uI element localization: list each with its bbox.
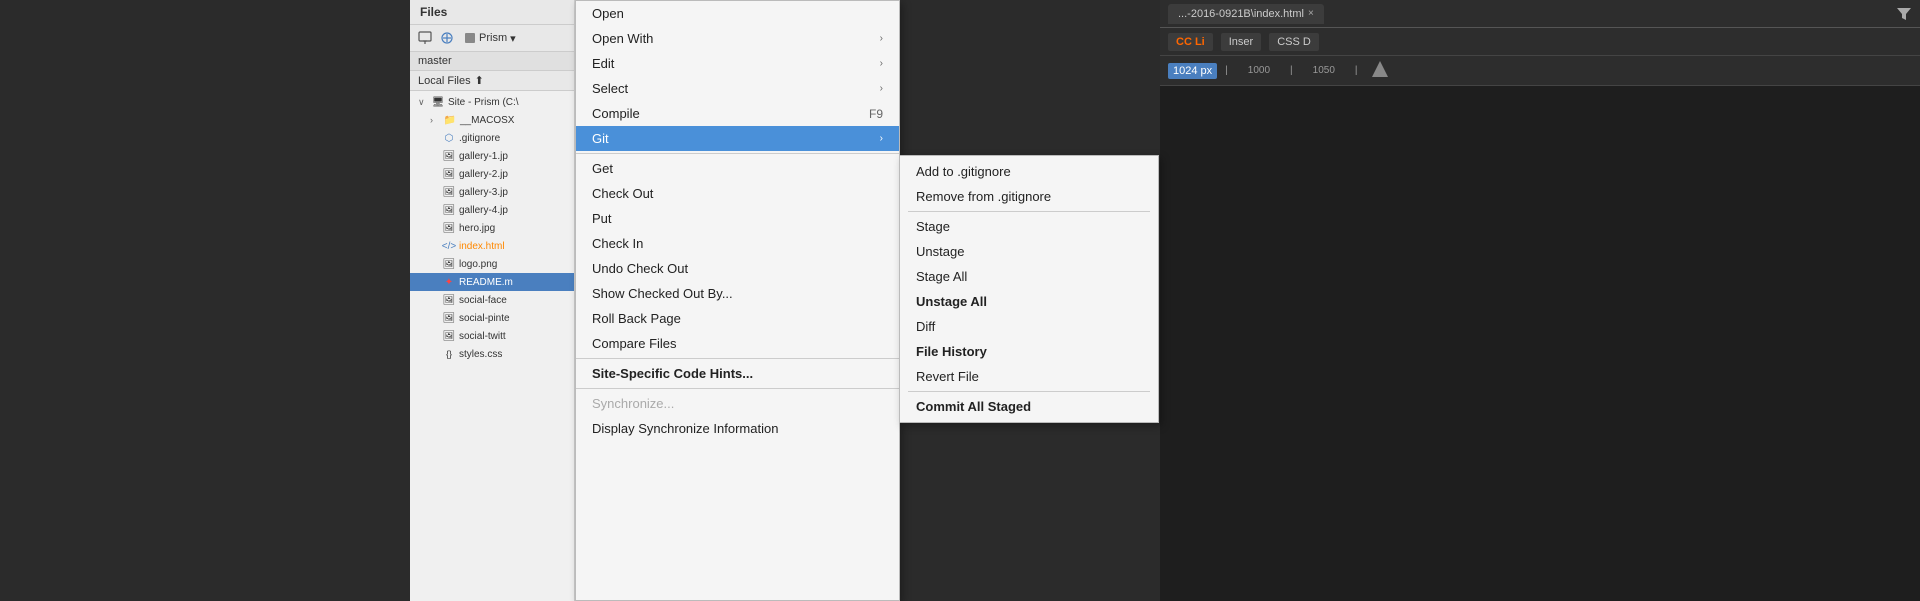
tree-item-gitignore[interactable]: ⬡ .gitignore bbox=[410, 129, 574, 147]
menu-item-git[interactable]: Git › bbox=[576, 126, 899, 151]
sub-menu-stage-all[interactable]: Stage All bbox=[900, 264, 1158, 289]
editor-tab-bar: ...-2016-0921B\index.html × bbox=[1160, 0, 1920, 28]
sub-menu-stage[interactable]: Stage bbox=[900, 214, 1158, 239]
compile-shortcut: F9 bbox=[869, 107, 883, 121]
branch-bar: master bbox=[410, 52, 574, 71]
image-icon2: 🖼 bbox=[442, 167, 456, 181]
insert-btn[interactable]: Inser bbox=[1221, 33, 1261, 51]
ruler-handle[interactable] bbox=[1370, 59, 1390, 82]
files-panel: Files Prism ▾ master Local File bbox=[410, 0, 575, 601]
image-icon5: 🖼 bbox=[442, 221, 456, 235]
tree-item-site[interactable]: ∨ 🖥 Site - Prism (C:\ bbox=[410, 93, 574, 111]
tree-item-hero[interactable]: 🖼 hero.jpg bbox=[410, 219, 574, 237]
image-icon: 🖼 bbox=[442, 149, 456, 163]
sub-menu-diff[interactable]: Diff bbox=[900, 314, 1158, 339]
menu-item-site-hints[interactable]: Site-Specific Code Hints... bbox=[576, 361, 899, 386]
files-panel-header: Files bbox=[410, 0, 574, 25]
local-files-bar: Local Files ⬆ bbox=[410, 71, 574, 91]
menu-item-display-sync[interactable]: Display Synchronize Information bbox=[576, 416, 899, 441]
prism-button[interactable]: Prism ▾ bbox=[460, 30, 520, 47]
editor-tab-filename: ...-2016-0921B\index.html bbox=[1178, 8, 1304, 20]
files-toolbar: Prism ▾ bbox=[410, 25, 574, 52]
submenu-arrow-select: › bbox=[880, 83, 883, 94]
separator-1 bbox=[576, 153, 899, 154]
tree-item-index[interactable]: </> index.html bbox=[410, 237, 574, 255]
sub-menu-unstage-all[interactable]: Unstage All bbox=[900, 289, 1158, 314]
separator-2 bbox=[576, 358, 899, 359]
submenu-arrow-edit: › bbox=[880, 58, 883, 69]
menu-item-select[interactable]: Select › bbox=[576, 76, 899, 101]
separator-3 bbox=[576, 388, 899, 389]
image-icon7: 🖼 bbox=[442, 293, 456, 307]
menu-item-put[interactable]: Put bbox=[576, 206, 899, 231]
tree-item-macosx[interactable]: › 📁 __MACOSX bbox=[410, 111, 574, 129]
image-icon6: 🖼 bbox=[442, 257, 456, 271]
html-icon: </> bbox=[442, 239, 456, 253]
menu-item-compile[interactable]: Compile F9 bbox=[576, 101, 899, 126]
editor-tab-index[interactable]: ...-2016-0921B\index.html × bbox=[1168, 4, 1324, 24]
git-submenu: Add to .gitignore Remove from .gitignore… bbox=[899, 155, 1159, 423]
tree-item-gallery3[interactable]: 🖼 gallery-3.jp bbox=[410, 183, 574, 201]
expand-icon: ∨ bbox=[418, 97, 428, 108]
submenu-arrow-git: › bbox=[880, 133, 883, 144]
sub-menu-unstage[interactable]: Unstage bbox=[900, 239, 1158, 264]
menu-item-show-checked[interactable]: Show Checked Out By... bbox=[576, 281, 899, 306]
expand-icon-macosx: › bbox=[430, 115, 440, 125]
menu-item-checkin[interactable]: Check In bbox=[576, 231, 899, 256]
menu-item-rollback[interactable]: Roll Back Page bbox=[576, 306, 899, 331]
menu-item-get[interactable]: Get bbox=[576, 156, 899, 181]
tree-item-logo[interactable]: 🖼 logo.png bbox=[410, 255, 574, 273]
menu-item-undo-checkout[interactable]: Undo Check Out bbox=[576, 256, 899, 281]
tree-item-gallery2[interactable]: 🖼 gallery-2.jp bbox=[410, 165, 574, 183]
menu-item-edit[interactable]: Edit › bbox=[576, 51, 899, 76]
git-sep-1 bbox=[908, 211, 1150, 212]
file-tree: ∨ 🖥 Site - Prism (C:\ › 📁 __MACOSX ⬡ .gi… bbox=[410, 91, 574, 365]
filter-icon[interactable] bbox=[1896, 6, 1912, 22]
sub-menu-revert-file[interactable]: Revert File bbox=[900, 364, 1158, 389]
editor-content bbox=[1160, 86, 1920, 601]
context-menu-main: Open Open With › Edit › Select › Compile… bbox=[575, 0, 900, 601]
cc-libraries-btn[interactable]: CC Li bbox=[1168, 33, 1213, 51]
css-icon: {} bbox=[442, 347, 456, 361]
menu-item-synchronize: Synchronize... bbox=[576, 391, 899, 416]
tree-item-social-face[interactable]: 🖼 social-face bbox=[410, 291, 574, 309]
tree-item-styles[interactable]: {} styles.css bbox=[410, 345, 574, 363]
computer-icon: 🖥 bbox=[431, 95, 445, 109]
readme-icon: ✦ bbox=[442, 275, 456, 289]
sub-menu-commit-staged[interactable]: Commit All Staged bbox=[900, 394, 1158, 419]
tree-item-gallery1[interactable]: 🖼 gallery-1.jp bbox=[410, 147, 574, 165]
tree-item-gallery4[interactable]: 🖼 gallery-4.jp bbox=[410, 201, 574, 219]
image-icon8: 🖼 bbox=[442, 311, 456, 325]
monitor-icon[interactable] bbox=[416, 29, 434, 47]
editor-tab-close-btn[interactable]: × bbox=[1308, 8, 1314, 19]
css-designer-btn[interactable]: CSS D bbox=[1269, 33, 1319, 51]
tree-item-readme[interactable]: ✦ README.m bbox=[410, 273, 574, 291]
cc-bar: CC Li Inser CSS D bbox=[1160, 28, 1920, 56]
editor-panel: ...-2016-0921B\index.html × CC Li Inser … bbox=[1160, 0, 1920, 601]
ruler-area: 1024 px | 1000 | 1050 | bbox=[1160, 56, 1920, 86]
menu-item-open[interactable]: Open bbox=[576, 1, 899, 26]
git-icon[interactable] bbox=[438, 29, 456, 47]
tree-item-social-pinte[interactable]: 🖼 social-pinte bbox=[410, 309, 574, 327]
tree-item-social-twitt[interactable]: 🖼 social-twitt bbox=[410, 327, 574, 345]
ruler-numbers: | 1000 | 1050 | bbox=[1225, 65, 1357, 76]
sub-menu-file-history[interactable]: File History bbox=[900, 339, 1158, 364]
sub-menu-add-gitignore[interactable]: Add to .gitignore bbox=[900, 159, 1158, 184]
menu-item-open-with[interactable]: Open With › bbox=[576, 26, 899, 51]
folder-icon: 📁 bbox=[443, 113, 457, 127]
git-file-icon: ⬡ bbox=[442, 131, 456, 145]
px-indicator: 1024 px bbox=[1168, 63, 1217, 79]
image-icon3: 🖼 bbox=[442, 185, 456, 199]
image-icon4: 🖼 bbox=[442, 203, 456, 217]
menu-item-compare[interactable]: Compare Files bbox=[576, 331, 899, 356]
submenu-arrow-open-with: › bbox=[880, 33, 883, 44]
image-icon9: 🖼 bbox=[442, 329, 456, 343]
git-sep-2 bbox=[908, 391, 1150, 392]
left-sidebar bbox=[0, 0, 410, 601]
menu-item-checkout[interactable]: Check Out bbox=[576, 181, 899, 206]
sub-menu-remove-gitignore[interactable]: Remove from .gitignore bbox=[900, 184, 1158, 209]
